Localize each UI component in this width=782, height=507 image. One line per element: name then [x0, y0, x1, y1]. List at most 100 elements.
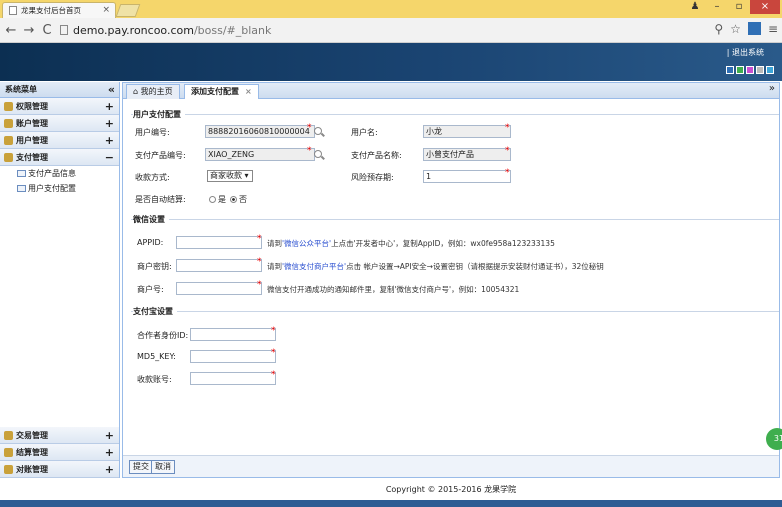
close-tab-icon[interactable]: × — [245, 87, 252, 96]
sidebar-item-payment[interactable]: 支付管理 − — [0, 149, 119, 166]
required-mark: * — [307, 123, 312, 133]
user-name-field[interactable]: 小龙 — [423, 125, 511, 138]
wechat-pay-link[interactable]: '微信支付商户平台' — [282, 262, 346, 271]
extension-icon[interactable] — [747, 22, 761, 35]
tab-home[interactable]: ⌂ 我的主页 — [126, 84, 180, 99]
expand-icon[interactable]: + — [105, 115, 114, 132]
content-tabs: ⌂ 我的主页 添加支付配置 × » — [123, 83, 779, 99]
expand-icon[interactable]: + — [105, 444, 114, 461]
required-mark: * — [307, 146, 312, 156]
appid-label: APPID: — [137, 238, 164, 247]
user-no-label: 用户编号: — [135, 128, 170, 137]
sidebar-title: 系统菜单 — [5, 85, 37, 94]
maximize-button[interactable]: ▫ — [728, 0, 750, 14]
expand-icon[interactable]: + — [105, 427, 114, 444]
list-icon — [17, 170, 26, 177]
collapse-icon[interactable]: − — [105, 149, 114, 166]
sidebar-subitem-product-info[interactable]: 支付产品信息 — [0, 166, 119, 181]
wechat-mp-link[interactable]: '微信公众平台' — [282, 239, 331, 248]
folder-icon — [4, 465, 13, 474]
tab-home-label: ⌂ 我的主页 — [133, 87, 173, 96]
collect-method-select[interactable]: 商家收款 ▾ — [207, 170, 253, 182]
collect-method-label: 收款方式: — [135, 173, 170, 182]
radio-no[interactable] — [230, 196, 237, 203]
appid-hint: 请到'微信公众平台'上点击'开发者中心'，复制AppID，例如：wx0fe958… — [267, 239, 555, 248]
merchant-no-input[interactable] — [176, 282, 262, 295]
expand-icon[interactable]: + — [105, 132, 114, 149]
page-icon — [9, 6, 17, 15]
product-no-field[interactable]: XIAO_ZENG — [205, 148, 315, 161]
sidebar-item-settlement[interactable]: 结算管理 + — [0, 444, 119, 461]
sidebar-item-reconciliation[interactable]: 对账管理 + — [0, 461, 119, 478]
url-path: /boss/#_blank — [193, 23, 272, 37]
notification-badge[interactable]: 31 — [766, 428, 782, 450]
list-icon — [17, 185, 26, 192]
wechat-settings-section: 微信设置 APPID: * 请到'微信公众平台'上点击'开发者中心'，复制App… — [131, 214, 779, 301]
sidebar-item-accounts[interactable]: 账户管理 + — [0, 115, 119, 132]
folder-icon — [4, 102, 13, 111]
theme-switcher — [726, 66, 774, 74]
minimize-button[interactable]: – — [706, 0, 728, 14]
menu-icon[interactable]: ≡ — [768, 22, 778, 36]
merchant-key-input[interactable] — [176, 259, 262, 272]
appid-input[interactable] — [176, 236, 262, 249]
risk-period-field[interactable]: 1 — [423, 170, 511, 183]
back-icon[interactable]: ← — [4, 23, 18, 38]
logout-link[interactable]: | 退出系统 — [727, 47, 764, 58]
theme-swatch[interactable] — [766, 66, 774, 74]
browser-tab[interactable]: 龙果支付后台首页 × — [2, 2, 116, 18]
user-icon[interactable]: ♟ — [684, 0, 706, 14]
search-icon[interactable] — [314, 150, 322, 158]
browser-tab-title: 龙果支付后台首页 — [21, 6, 81, 15]
required-mark: * — [257, 280, 262, 290]
product-name-field[interactable]: 小曾支付产品 — [423, 148, 511, 161]
search-icon[interactable] — [314, 127, 322, 135]
new-tab-button[interactable] — [115, 4, 141, 17]
url-field[interactable]: demo.pay.roncoo.com/boss/#_blank — [60, 21, 271, 39]
radio-yes[interactable] — [209, 196, 216, 203]
sidebar-item-label: 账户管理 — [16, 119, 48, 128]
sidebar-subitem-user-pay-config[interactable]: 用户支付配置 — [0, 181, 119, 196]
theme-swatch[interactable] — [746, 66, 754, 74]
account-input[interactable] — [190, 372, 276, 385]
partner-id-input[interactable] — [190, 328, 276, 341]
os-taskbar — [0, 500, 782, 507]
sidebar-item-permissions[interactable]: 权限管理 + — [0, 98, 119, 115]
close-tab-icon[interactable]: × — [102, 5, 110, 15]
sidebar-item-users[interactable]: 用户管理 + — [0, 132, 119, 149]
radio-no-label: 否 — [239, 195, 247, 204]
user-no-field[interactable]: 88882016060810000004 — [205, 125, 315, 138]
sidebar-item-label: 对账管理 — [16, 465, 48, 474]
required-mark: * — [505, 146, 510, 156]
copyright-text: Copyright © 2015-2016 龙果学院 — [385, 485, 517, 494]
sidebar-item-label: 权限管理 — [16, 102, 48, 111]
theme-swatch[interactable] — [736, 66, 744, 74]
reload-icon[interactable]: C — [40, 23, 54, 38]
bookmark-star-icon[interactable]: ☆ — [730, 22, 741, 36]
sidebar-item-trades[interactable]: 交易管理 + — [0, 427, 119, 444]
sidebar-subitem-label: 支付产品信息 — [28, 169, 76, 178]
cancel-button[interactable]: 取消 — [151, 460, 175, 474]
user-name-label: 用户名: — [351, 128, 378, 137]
md5-key-input[interactable] — [190, 350, 276, 363]
merchant-key-label: 商户密钥: — [137, 262, 172, 271]
collapse-sidebar-icon[interactable]: « — [108, 82, 115, 98]
radio-yes-label: 是 — [218, 195, 226, 204]
browser-actions: ⚲ ☆ ≡ — [714, 22, 778, 36]
forward-icon[interactable]: → — [22, 23, 36, 38]
theme-swatch[interactable] — [756, 66, 764, 74]
close-window-button[interactable]: × — [750, 0, 780, 14]
section-legend: 支付宝设置 — [133, 306, 177, 317]
tab-add-pay-config[interactable]: 添加支付配置 × — [184, 84, 259, 99]
expand-icon[interactable]: + — [105, 98, 114, 115]
submit-button[interactable]: 提交 — [129, 460, 153, 474]
pin-icon[interactable]: ⚲ — [714, 22, 723, 36]
more-tabs-icon[interactable]: » — [769, 83, 775, 94]
folder-icon — [4, 153, 13, 162]
sidebar-header: 系统菜单 « — [0, 82, 119, 98]
auto-settle-no-option[interactable]: 否 — [230, 194, 247, 205]
auto-settle-yes-option[interactable]: 是 — [209, 194, 226, 205]
expand-icon[interactable]: + — [105, 461, 114, 478]
section-legend: 微信设置 — [133, 214, 169, 225]
theme-swatch[interactable] — [726, 66, 734, 74]
